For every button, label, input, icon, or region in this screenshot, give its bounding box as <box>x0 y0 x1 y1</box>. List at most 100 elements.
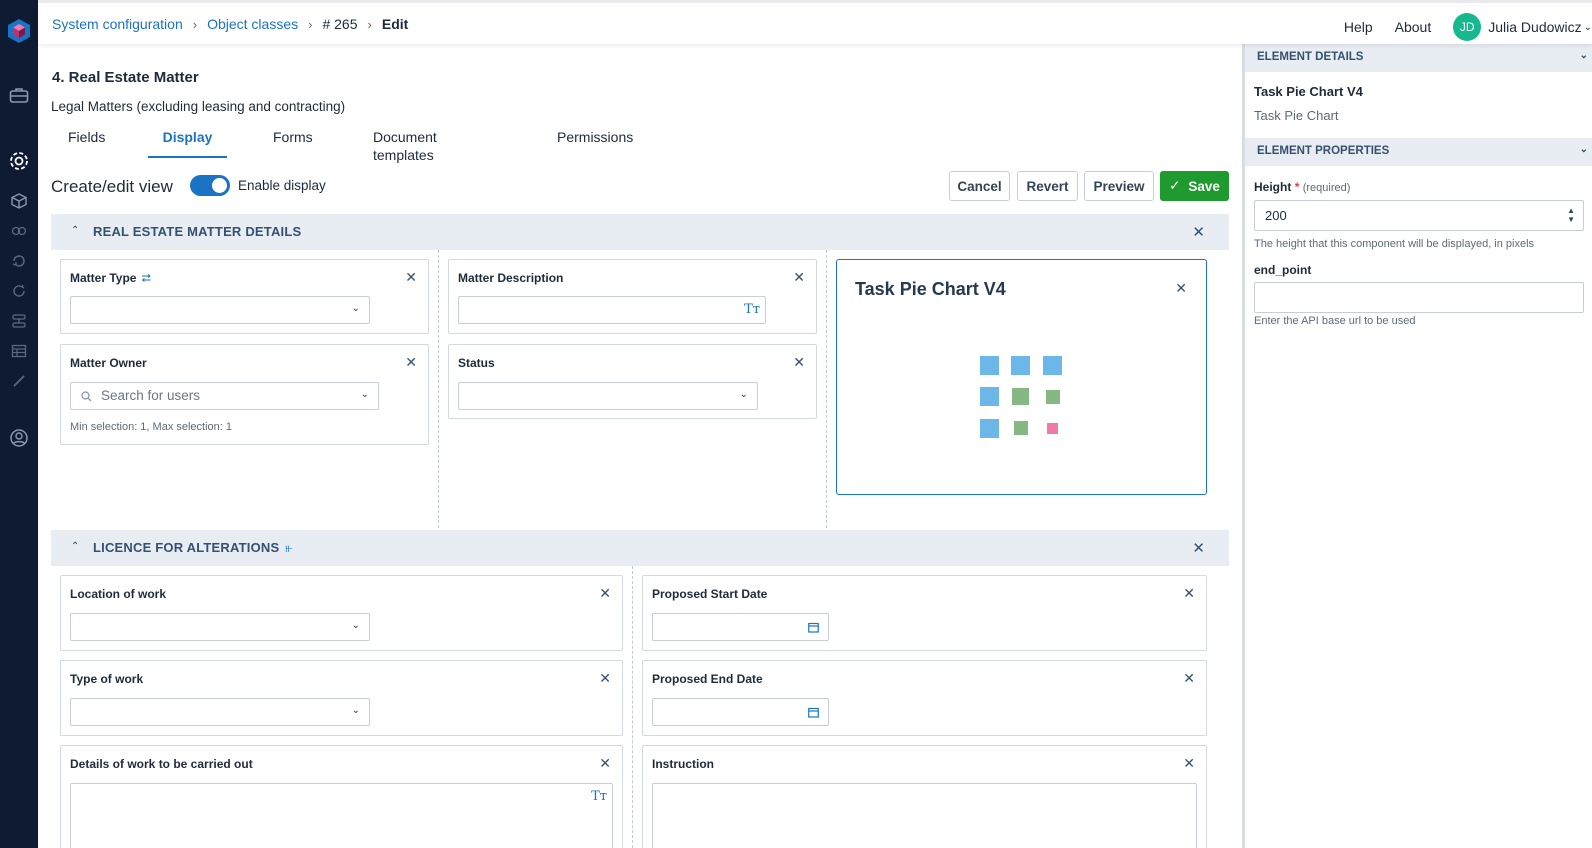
chevron-down-icon[interactable]: ⌄ <box>1584 22 1592 33</box>
close-icon[interactable]: ✕ <box>405 269 417 286</box>
revert-button[interactable]: Revert <box>1017 171 1078 201</box>
panel-section-title: ELEMENT PROPERTIES <box>1257 145 1390 157</box>
column-divider <box>438 250 439 528</box>
breadcrumb-system-configuration[interactable]: System configuration <box>52 16 183 32</box>
element-details-header[interactable]: ELEMENT DETAILS ⌄ <box>1245 44 1592 72</box>
element-properties-panel: ELEMENT DETAILS ⌄ Task Pie Chart V4 Task… <box>1242 44 1592 848</box>
close-icon[interactable]: ✕ <box>793 354 805 371</box>
chevron-up-icon[interactable]: ⌃ <box>71 225 79 236</box>
field-card-matter-description[interactable]: Matter Description ✕ Tᴛ <box>448 259 817 334</box>
settings-gear-icon[interactable] <box>6 148 32 174</box>
field-label: Details of work to be carried out <box>70 757 253 771</box>
field-card-location-of-work[interactable]: Location of work ✕ ⌄ <box>60 575 623 651</box>
close-icon[interactable]: ✕ <box>599 755 611 772</box>
field-card-proposed-end-date[interactable]: Proposed End Date ✕ <box>642 660 1207 736</box>
chevron-down-icon: ⌄ <box>360 389 369 400</box>
enable-display-toggle[interactable] <box>190 175 230 196</box>
close-icon[interactable]: ✕ <box>599 670 611 687</box>
field-card-type-of-work[interactable]: Type of work ✕ ⌄ <box>60 660 623 736</box>
tab-permissions[interactable]: Permissions <box>557 128 633 158</box>
field-card-matter-owner[interactable]: Matter Owner ✕ Search for users ⌄ Min se… <box>60 344 429 445</box>
close-icon[interactable]: ✕ <box>1192 223 1205 241</box>
chevron-down-icon[interactable]: ⌄ <box>1580 144 1588 155</box>
section-header-licence-for-alterations[interactable]: ⌃ LICENCE FOR ALTERATIONS ⫦ ✕ <box>51 530 1229 566</box>
close-icon[interactable]: ✕ <box>1192 539 1205 557</box>
preview-button[interactable]: Preview <box>1084 171 1154 201</box>
task-pie-chart-card[interactable]: Task Pie Chart V4 ✕ <box>836 259 1207 495</box>
field-card-proposed-start-date[interactable]: Proposed Start Date ✕ <box>642 575 1207 651</box>
user-settings-icon[interactable] <box>6 425 32 451</box>
briefcase-icon[interactable] <box>6 82 32 108</box>
placeholder-square <box>1011 356 1030 375</box>
tab-display[interactable]: Display <box>148 128 227 158</box>
breadcrumb: System configuration › Object classes › … <box>52 16 408 32</box>
close-icon[interactable]: ✕ <box>405 354 417 371</box>
help-link[interactable]: Help <box>1344 19 1373 35</box>
chevron-down-icon: ⌄ <box>351 303 360 314</box>
close-icon[interactable]: ✕ <box>793 269 805 286</box>
field-card-instruction[interactable]: Instruction ✕ <box>642 745 1207 848</box>
cancel-button[interactable]: Cancel <box>949 171 1010 201</box>
tab-forms[interactable]: Forms <box>273 128 313 158</box>
layers-icon[interactable] <box>6 308 32 334</box>
proposed-end-date-input[interactable] <box>652 698 829 726</box>
close-icon[interactable]: ✕ <box>1183 585 1195 602</box>
breadcrumb-current: Edit <box>381 16 409 32</box>
chevron-down-icon[interactable]: ⌄ <box>1580 50 1588 61</box>
height-number-input[interactable]: 200 ▲ ▼ <box>1254 200 1584 231</box>
cube-icon[interactable] <box>6 188 32 214</box>
status-select[interactable]: ⌄ <box>458 382 758 410</box>
field-label: Proposed End Date <box>652 672 763 686</box>
field-label: Proposed Start Date <box>652 587 768 601</box>
close-icon[interactable]: ✕ <box>1183 755 1195 772</box>
about-link[interactable]: About <box>1395 19 1432 35</box>
close-icon[interactable]: ✕ <box>599 585 611 602</box>
tab-document-templates[interactable]: Document templates <box>373 128 437 163</box>
instruction-textarea[interactable] <box>652 783 1197 848</box>
matter-owner-search[interactable]: Search for users ⌄ <box>70 382 379 410</box>
endpoint-input[interactable] <box>1254 282 1584 313</box>
user-name[interactable]: Julia Dudowicz <box>1488 19 1581 35</box>
type-of-work-select[interactable]: ⌄ <box>70 698 370 726</box>
chevron-right-icon: › <box>192 16 198 32</box>
sync-icon[interactable] <box>6 278 32 304</box>
link-icon[interactable] <box>6 218 32 244</box>
field-label: Status <box>458 356 495 370</box>
location-of-work-select[interactable]: ⌄ <box>70 613 370 641</box>
placeholder-square <box>1043 356 1062 375</box>
panel-section-title: ELEMENT DETAILS <box>1257 51 1364 63</box>
text-format-icon: Tᴛ <box>591 789 607 804</box>
calendar-icon <box>808 622 819 633</box>
element-type: Task Pie Chart <box>1254 108 1339 123</box>
check-icon: ✓ <box>1169 178 1181 193</box>
close-icon[interactable]: ✕ <box>1175 280 1187 297</box>
app-logo-icon[interactable] <box>6 18 32 44</box>
close-icon[interactable]: ✕ <box>1183 670 1195 687</box>
spinner-arrows-icon[interactable]: ▲ ▼ <box>1567 206 1575 224</box>
matter-description-input[interactable]: Tᴛ <box>458 296 766 324</box>
table-icon[interactable] <box>6 338 32 364</box>
section-header-real-estate-matter-details[interactable]: ⌃ REAL ESTATE MATTER DETAILS ✕ <box>51 214 1229 250</box>
proposed-start-date-input[interactable] <box>652 613 829 641</box>
field-card-matter-type[interactable]: Matter Type ⮂ ✕ ⌄ <box>60 259 429 334</box>
save-button[interactable]: ✓ Save <box>1160 171 1229 201</box>
breadcrumb-object-classes[interactable]: Object classes <box>207 16 298 32</box>
field-card-details-of-work[interactable]: Details of work to be carried out ✕ Tᴛ <box>60 745 623 848</box>
chevron-down-icon: ⌄ <box>351 705 360 716</box>
avatar[interactable]: JD <box>1453 13 1482 41</box>
chevron-down-icon: ⌄ <box>351 620 360 631</box>
tab-fields[interactable]: Fields <box>68 128 105 158</box>
required-marker: * <box>1294 180 1300 194</box>
matter-type-select[interactable]: ⌄ <box>70 296 370 324</box>
height-label: Height * (required) <box>1254 180 1351 194</box>
share-icon: ⮂ <box>141 271 152 285</box>
breadcrumb-record[interactable]: # 265 <box>322 16 357 32</box>
field-card-status[interactable]: Status ✕ ⌄ <box>448 344 817 419</box>
refresh-doc-icon[interactable] <box>6 248 32 274</box>
main-content: 4. Real Estate Matter Legal Matters (exc… <box>38 44 1242 848</box>
chevron-up-icon[interactable]: ⌃ <box>71 541 79 552</box>
details-of-work-textarea[interactable]: Tᴛ <box>70 783 613 848</box>
element-properties-header[interactable]: ELEMENT PROPERTIES ⌄ <box>1245 138 1592 166</box>
placeholder-square <box>980 419 999 438</box>
pencil-icon[interactable] <box>6 368 32 394</box>
